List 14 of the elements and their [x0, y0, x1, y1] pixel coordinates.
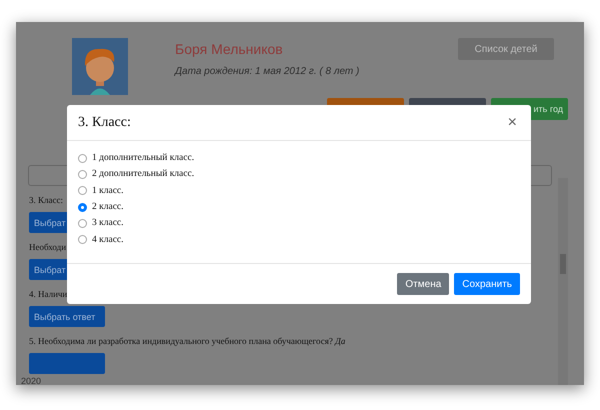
question-text: 4. Наличи: [29, 288, 68, 300]
option-label: 2 дополнительный класс.: [92, 169, 194, 180]
question-text: 5. Необходима ли разработка индивидуального учебного плана обучающегося? Да: [29, 335, 346, 347]
footer-year: 2020: [21, 376, 42, 385]
option-label: 3 класс.: [92, 218, 124, 228]
question-text: 3. Класс:: [29, 194, 63, 206]
option-label: 4 класс.: [92, 234, 124, 245]
question-text: Необходи: [29, 241, 66, 253]
dialog-title: 3. Класс:: [78, 114, 131, 130]
option-label: 1 дополнительный класс.: [92, 153, 194, 164]
child-name: Боря Мельников: [175, 41, 284, 57]
option-label: 2 класс.: [92, 202, 124, 212]
birth-date: Дата рождения: 1 мая 2012 г. ( 8 лет ): [175, 66, 360, 77]
option-label: 1 класс.: [92, 186, 124, 196]
